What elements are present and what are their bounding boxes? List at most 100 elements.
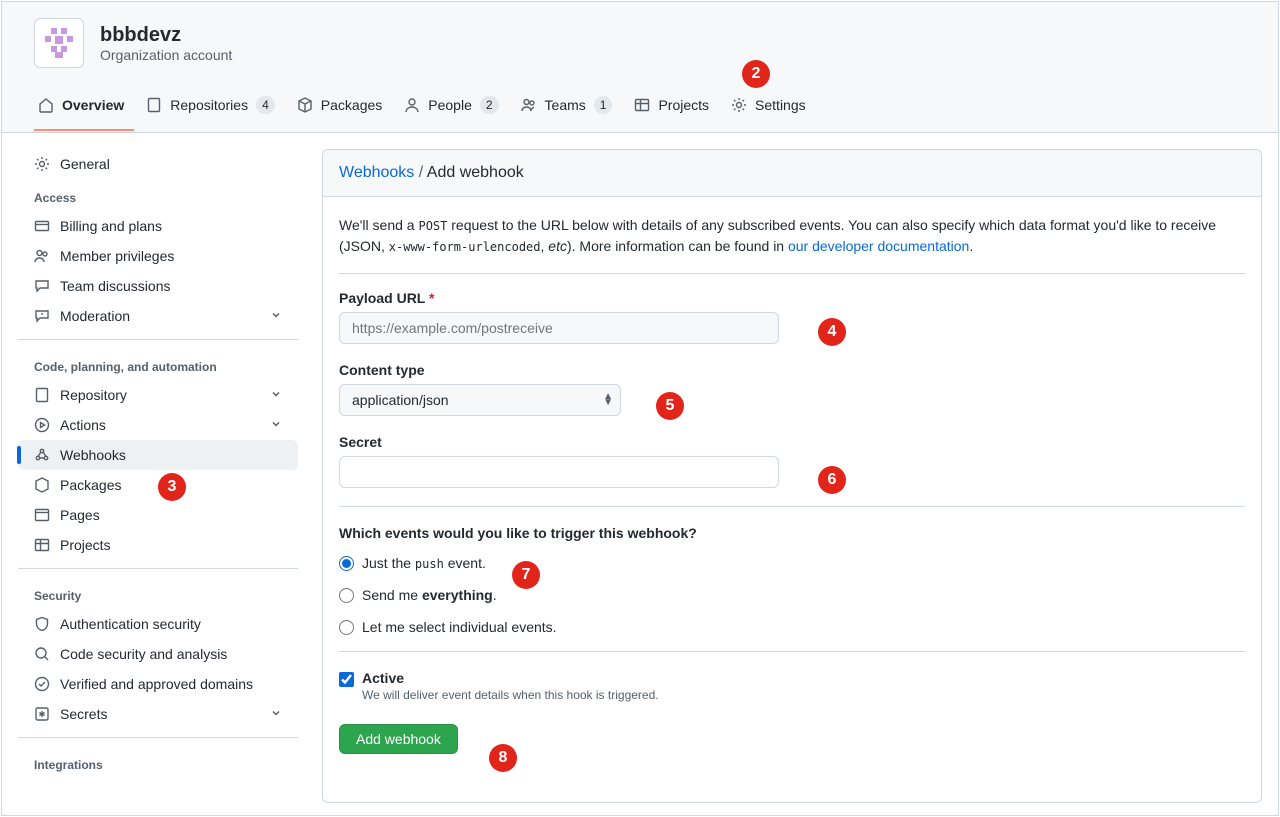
verified-icon	[34, 676, 50, 692]
radio-label: Send me everything.	[362, 587, 497, 603]
sidebar-item-label: Webhooks	[60, 447, 126, 463]
sidebar-item-pages[interactable]: Pages	[18, 500, 298, 530]
radio-individual[interactable]: Let me select individual events.	[339, 619, 1245, 635]
radio-input[interactable]	[339, 620, 354, 635]
tab-label: Teams	[545, 97, 586, 113]
breadcrumb: Webhooks / Add webhook	[323, 150, 1261, 197]
tab-counter: 2	[480, 96, 499, 114]
shield-icon	[34, 616, 50, 632]
home-icon	[38, 97, 54, 113]
report-icon	[34, 308, 50, 324]
credit-card-icon	[34, 218, 50, 234]
sidebar-item-actions[interactable]: Actions	[18, 410, 298, 440]
payload-url-label: Payload URL *	[339, 290, 1245, 306]
content-type-label: Content type	[339, 362, 1245, 378]
sidebar-item-label: Billing and plans	[60, 218, 162, 234]
payload-url-input[interactable]	[339, 312, 779, 344]
gear-icon	[34, 156, 50, 172]
sidebar-item-repository[interactable]: Repository	[18, 380, 298, 410]
package-icon	[34, 477, 50, 493]
play-icon	[34, 417, 50, 433]
comment-icon	[34, 278, 50, 294]
org-name: bbbdevz	[100, 23, 232, 47]
sidebar-item-label: Pages	[60, 507, 100, 523]
nav-tabs: Overview Repositories 4 Packages People …	[34, 88, 1246, 132]
sidebar-item-secrets[interactable]: Secrets	[18, 699, 298, 729]
sidebar-item-label: Projects	[60, 537, 111, 553]
tab-projects[interactable]: Projects	[630, 89, 719, 131]
tab-label: Settings	[755, 97, 806, 113]
sidebar-item-label: Moderation	[60, 308, 130, 324]
sidebar-heading-integrations: Integrations	[18, 746, 298, 778]
add-webhook-button[interactable]: Add webhook	[339, 724, 458, 754]
sidebar-item-projects[interactable]: Projects	[18, 530, 298, 560]
table-icon	[34, 537, 50, 553]
radio-label: Just the push event.	[362, 555, 486, 571]
active-checkbox[interactable]	[339, 672, 354, 687]
docs-link[interactable]: our developer documentation	[788, 238, 969, 254]
chevron-down-icon	[270, 308, 282, 324]
org-subtitle: Organization account	[100, 47, 232, 63]
sidebar-item-billing[interactable]: Billing and plans	[18, 211, 298, 241]
tab-repositories[interactable]: Repositories 4	[142, 88, 285, 132]
sidebar-item-general[interactable]: General	[18, 149, 298, 179]
sidebar-item-label: Verified and approved domains	[60, 676, 253, 692]
sidebar-heading-code: Code, planning, and automation	[18, 348, 298, 380]
sidebar-item-label: Repository	[60, 387, 127, 403]
sidebar-item-label: Team discussions	[60, 278, 171, 294]
org-logo-icon	[42, 26, 76, 60]
tab-teams[interactable]: Teams 1	[517, 88, 623, 132]
annotation-badge: 2	[742, 60, 770, 88]
webhook-icon	[34, 447, 50, 463]
annotation-badge: 4	[818, 318, 846, 346]
sidebar-item-verified-domains[interactable]: Verified and approved domains	[18, 669, 298, 699]
org-avatar	[34, 18, 84, 68]
person-icon	[404, 97, 420, 113]
chevron-down-icon	[270, 387, 282, 403]
intro-text: We'll send a POST request to the URL bel…	[339, 215, 1245, 274]
sidebar-item-auth-security[interactable]: Authentication security	[18, 609, 298, 639]
sidebar-item-webhooks[interactable]: Webhooks	[18, 440, 298, 470]
sidebar-item-code-security[interactable]: Code security and analysis	[18, 639, 298, 669]
people-icon	[34, 248, 50, 264]
table-icon	[634, 97, 650, 113]
tab-label: People	[428, 97, 472, 113]
chevron-down-icon	[270, 706, 282, 722]
annotation-badge: 7	[512, 561, 540, 589]
tab-settings[interactable]: Settings	[727, 89, 816, 131]
active-label: Active	[362, 670, 659, 686]
sidebar-item-label: Secrets	[60, 706, 107, 722]
breadcrumb-current: Add webhook	[427, 164, 524, 181]
radio-just-push[interactable]: Just the push event.	[339, 555, 1245, 571]
repo-icon	[146, 97, 162, 113]
sidebar-item-member-privileges[interactable]: Member privileges	[18, 241, 298, 271]
tab-overview[interactable]: Overview	[34, 89, 134, 131]
radio-label: Let me select individual events.	[362, 619, 557, 635]
tab-people[interactable]: People 2	[400, 88, 508, 132]
content-type-select[interactable]: application/json	[339, 384, 621, 416]
sidebar-item-moderation[interactable]: Moderation	[18, 301, 298, 331]
tab-label: Overview	[62, 97, 124, 113]
active-checkbox-row: Active We will deliver event details whe…	[339, 670, 1245, 702]
tab-counter: 4	[256, 96, 275, 114]
tab-label: Projects	[658, 97, 709, 113]
breadcrumb-separator: /	[419, 164, 423, 181]
events-title: Which events would you like to trigger t…	[339, 525, 1245, 541]
sidebar-heading-security: Security	[18, 577, 298, 609]
sidebar-item-label: Authentication security	[60, 616, 201, 632]
active-sub: We will deliver event details when this …	[362, 688, 659, 702]
tab-label: Packages	[321, 97, 382, 113]
breadcrumb-parent[interactable]: Webhooks	[339, 164, 414, 181]
annotation-badge: 5	[656, 392, 684, 420]
sidebar-item-team-discussions[interactable]: Team discussions	[18, 271, 298, 301]
radio-everything[interactable]: Send me everything.	[339, 587, 1245, 603]
gear-icon	[731, 97, 747, 113]
secret-input[interactable]	[339, 456, 779, 488]
sidebar-heading-access: Access	[18, 179, 298, 211]
key-asterisk-icon	[34, 706, 50, 722]
sidebar-item-label: Code security and analysis	[60, 646, 227, 662]
radio-input[interactable]	[339, 556, 354, 571]
tab-packages[interactable]: Packages	[293, 89, 392, 131]
sidebar-item-label: Actions	[60, 417, 106, 433]
radio-input[interactable]	[339, 588, 354, 603]
